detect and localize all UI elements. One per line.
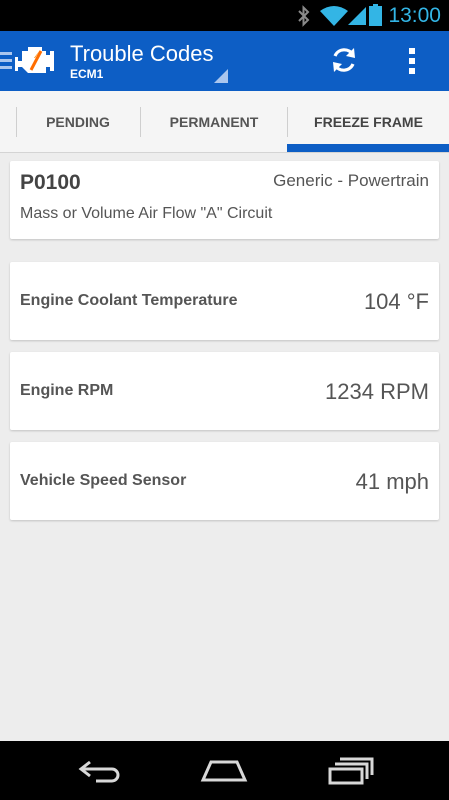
parameter-value: 41 mph [355,469,429,494]
code-category: Generic - Powertrain [273,171,429,190]
parameter-value: 1234 RPM [325,379,429,404]
trouble-code-card[interactable]: P0100 Generic - Powertrain Mass or Volum… [10,161,439,239]
home-icon[interactable] [200,759,248,783]
tab-label: FREEZE FRAME [314,113,423,130]
bluetooth-icon [298,5,310,27]
tab-bar: PENDING PERMANENT FREEZE FRAME [0,91,449,153]
parameter-label: Engine RPM [20,382,114,399]
clock: 13:00 [388,4,441,27]
tab-pending[interactable]: PENDING [16,91,140,152]
ecu-selector[interactable]: ECM1 [70,67,103,81]
code-description: Mass or Volume Air Flow "A" Circuit [20,205,273,222]
parameter-value: 104 °F [363,289,429,314]
tab-freeze-frame[interactable]: FREEZE FRAME [288,91,449,152]
app-logo-icon[interactable] [14,41,56,79]
system-nav-bar [0,741,449,800]
wifi-icon [320,6,348,26]
tab-label: PERMANENT [169,113,259,130]
tab-divider [16,107,17,137]
freeze-frame-row[interactable]: Engine RPM 1234 RPM [10,352,439,430]
recent-apps-icon[interactable] [328,757,374,785]
parameter-label: Vehicle Speed Sensor [20,472,187,489]
selected-tab-indicator [287,144,449,152]
overflow-menu-icon[interactable] [407,47,417,75]
back-icon[interactable] [78,759,122,783]
freeze-frame-row[interactable]: Vehicle Speed Sensor 41 mph [10,442,439,520]
tab-permanent[interactable]: PERMANENT [141,91,287,152]
tab-label: PENDING [46,113,110,130]
screen-title: Trouble Codes [70,41,214,66]
status-bar: 13:00 [0,0,449,31]
action-bar: Trouble Codes ECM1 [0,31,449,91]
battery-icon [369,4,382,26]
dropdown-triangle-icon[interactable] [214,69,228,83]
parameter-label: Engine Coolant Temperature [20,292,238,309]
drawer-menu-icon[interactable] [0,52,12,70]
refresh-icon[interactable] [329,45,359,75]
trouble-code: P0100 [20,171,81,194]
signal-icon [348,7,366,25]
freeze-frame-row[interactable]: Engine Coolant Temperature 104 °F [10,262,439,340]
